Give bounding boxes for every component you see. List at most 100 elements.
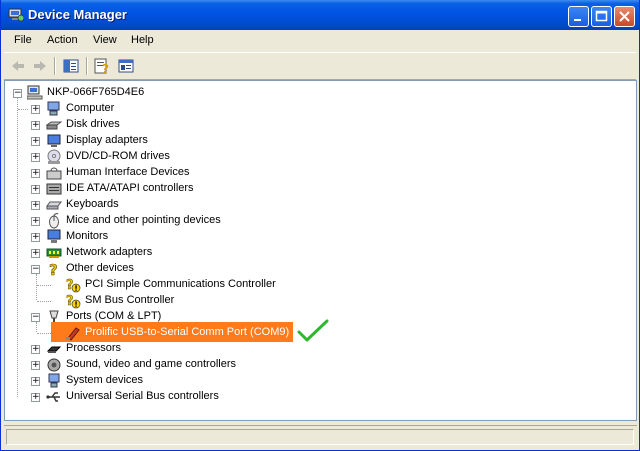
tree-item-label: DVD/CD-ROM drives	[66, 150, 170, 162]
tree-item-label: Monitors	[66, 230, 109, 242]
green-checkmark-icon	[297, 319, 329, 342]
tree-item-label: Universal Serial Bus controllers	[66, 390, 219, 402]
monitor-icon	[47, 229, 61, 243]
tree-item-other-devices[interactable]: − ? Other devices	[5, 261, 405, 277]
ide-icon	[46, 183, 62, 195]
properties-icon[interactable]: ?	[93, 57, 111, 75]
disk-drive-icon	[46, 121, 62, 130]
tree-item-label: Computer	[66, 102, 115, 114]
window-title: Device Manager	[28, 7, 127, 22]
tree-item-system-devices[interactable]: + System devices	[5, 373, 405, 389]
processor-icon	[46, 346, 62, 353]
device-manager-window: Device Manager File Action View Help ? −…	[0, 0, 640, 451]
system-devices-icon	[48, 373, 60, 388]
tree-item-label: Disk drives	[66, 118, 120, 130]
tree-item-label: IDE ATA/ATAPI controllers	[66, 182, 194, 194]
hid-icon	[46, 167, 62, 180]
close-icon	[619, 11, 630, 22]
tree-root-label: NKP-066F765D4E6	[47, 86, 145, 98]
toolbar: ?	[4, 52, 636, 80]
expand-toggle[interactable]: +	[31, 185, 40, 194]
close-button[interactable]	[614, 6, 635, 27]
tree-item-label: Prolific USB-to-Serial Comm Port (COM9)	[85, 326, 290, 338]
tree-item-label: PCI Simple Communications Controller	[85, 278, 276, 290]
expand-toggle[interactable]: +	[31, 345, 40, 354]
tree-item-label: Human Interface Devices	[66, 166, 190, 178]
unknown-device-icon: ?	[49, 261, 58, 277]
svg-text:?: ?	[49, 261, 58, 277]
tree-item-display-adapters[interactable]: + Display adapters	[5, 133, 405, 149]
menu-action[interactable]: Action	[47, 34, 78, 46]
show-hide-tree-icon[interactable]	[62, 57, 80, 75]
tree-item-ide[interactable]: + IDE ATA/ATAPI controllers	[5, 181, 405, 197]
collapse-toggle[interactable]: −	[31, 313, 40, 322]
tree-item-disk-drives[interactable]: + Disk drives	[5, 117, 405, 133]
status-bar	[4, 425, 637, 448]
tree-item-label: Network adapters	[66, 246, 153, 258]
tree-item-mice[interactable]: + Mice and other pointing devices	[5, 213, 405, 229]
tree-item-sound[interactable]: + Sound, video and game controllers	[5, 357, 405, 373]
tree-item-computer[interactable]: + Computer	[5, 101, 405, 117]
usb-icon	[46, 392, 60, 402]
toolbar-separator	[54, 57, 56, 75]
title-bar[interactable]: Device Manager	[1, 0, 639, 30]
tree-item-label: Keyboards	[66, 198, 119, 210]
menu-file[interactable]: File	[14, 34, 32, 46]
device-tree[interactable]: − NKP-066F765D4E6 + Computer + Disk driv…	[4, 80, 637, 421]
tree-item-label: Other devices	[66, 262, 134, 274]
toolbar-separator	[86, 57, 88, 75]
expand-toggle[interactable]: +	[31, 153, 40, 162]
mouse-icon	[49, 213, 59, 229]
svg-text:?: ?	[102, 62, 109, 75]
tree-item-label: Mice and other pointing devices	[66, 214, 221, 226]
expand-toggle[interactable]: +	[31, 361, 40, 370]
expand-toggle[interactable]: +	[31, 121, 40, 130]
tree-item-label: Processors	[66, 342, 122, 354]
tree-item-label: Ports (COM & LPT)	[66, 310, 162, 322]
tree-item-usb-controllers[interactable]: + Universal Serial Bus controllers	[5, 389, 405, 405]
computer-icon	[47, 101, 60, 116]
expand-toggle[interactable]: +	[31, 105, 40, 114]
svg-text:?: ?	[66, 278, 74, 293]
tree-item-monitors[interactable]: + Monitors	[5, 229, 405, 245]
tree-root[interactable]: − NKP-066F765D4E6	[9, 85, 209, 101]
minimize-icon	[574, 19, 581, 21]
maximize-icon	[595, 10, 608, 22]
tree-item-network-adapters[interactable]: + Network adapters	[5, 245, 405, 261]
computer-icon	[27, 85, 43, 100]
expand-toggle[interactable]: +	[31, 393, 40, 402]
sound-icon	[47, 358, 61, 372]
expand-toggle[interactable]: +	[31, 217, 40, 226]
display-adapter-icon	[47, 134, 61, 147]
menu-help[interactable]: Help	[131, 34, 154, 46]
expand-toggle[interactable]: +	[31, 233, 40, 242]
menu-bar: File Action View Help	[4, 31, 636, 51]
tree-item-pci-simple-comm[interactable]: ? PCI Simple Communications Controller	[5, 277, 405, 293]
tree-item-dvd-drives[interactable]: + DVD/CD-ROM drives	[5, 149, 405, 165]
collapse-toggle[interactable]: −	[13, 89, 22, 98]
menu-view[interactable]: View	[93, 34, 117, 46]
device-manager-icon	[8, 8, 24, 22]
tree-item-keyboards[interactable]: + Keyboards	[5, 197, 405, 213]
tree-item-prolific-usb-serial[interactable]: Prolific USB-to-Serial Comm Port (COM9)	[5, 325, 405, 341]
collapse-toggle[interactable]: −	[31, 265, 40, 274]
tree-item-hid[interactable]: + Human Interface Devices	[5, 165, 405, 181]
back-icon[interactable]	[9, 57, 27, 75]
forward-icon[interactable]	[31, 57, 49, 75]
expand-toggle[interactable]: +	[31, 169, 40, 178]
expand-toggle[interactable]: +	[31, 137, 40, 146]
network-adapter-icon	[46, 248, 62, 258]
tree-item-sm-bus-controller[interactable]: ? SM Bus Controller	[5, 293, 405, 309]
expand-toggle[interactable]: +	[31, 249, 40, 258]
tree-item-label: Sound, video and game controllers	[66, 358, 236, 370]
tree-item-processors[interactable]: + Processors	[5, 341, 405, 357]
minimize-button[interactable]	[568, 6, 589, 27]
expand-toggle[interactable]: +	[31, 377, 40, 386]
tree-item-label: Display adapters	[66, 134, 148, 146]
update-driver-icon[interactable]	[117, 57, 135, 75]
maximize-button[interactable]	[591, 6, 612, 27]
dvd-icon	[47, 149, 61, 164]
warning-device-icon: ?	[66, 294, 81, 309]
keyboard-icon	[46, 201, 62, 210]
expand-toggle[interactable]: +	[31, 201, 40, 210]
